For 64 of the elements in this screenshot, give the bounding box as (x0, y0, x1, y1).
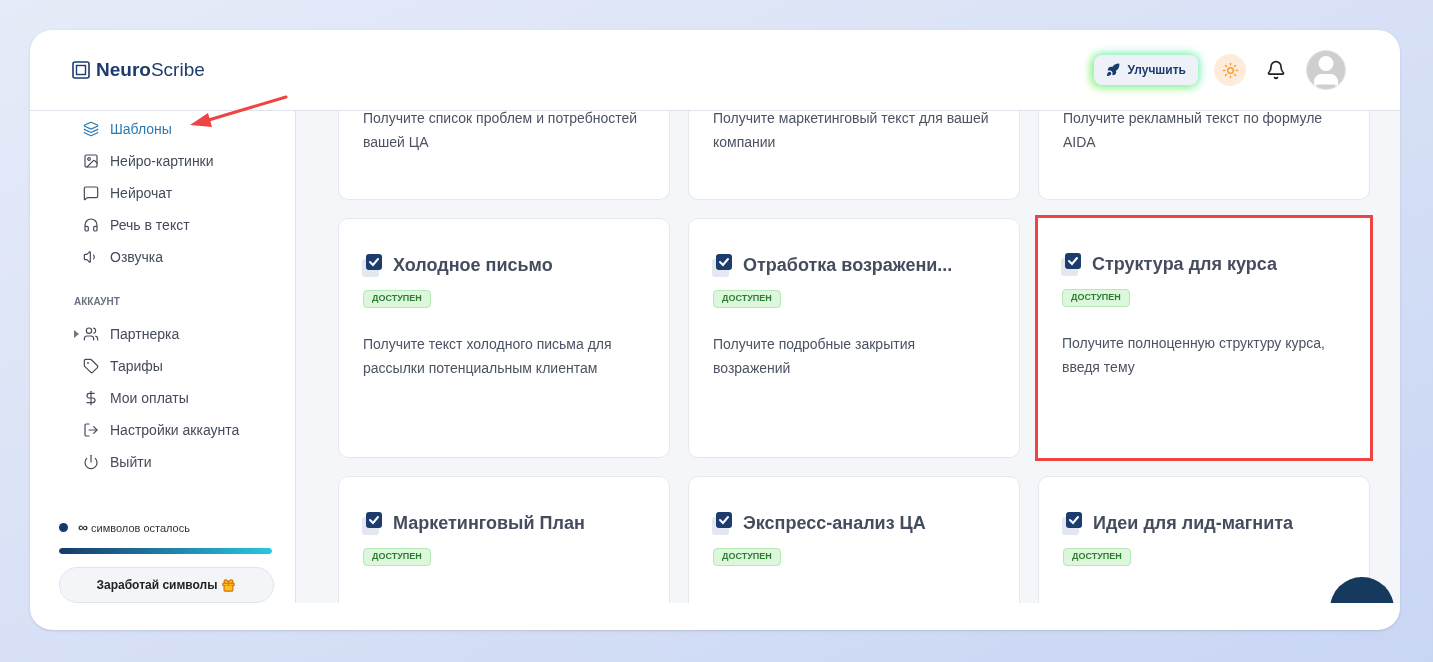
dollar-icon (83, 390, 99, 406)
sidebar-item[interactable]: Речь в текст (74, 214, 271, 236)
template-card[interactable]: Получите маркетинговый текст для вашей компании (688, 111, 1020, 200)
notifications-icon[interactable] (1266, 60, 1286, 80)
sidebar-item[interactable]: Настройки аккаунта (74, 419, 271, 441)
earn-credits-button[interactable]: Заработай символы (59, 567, 274, 603)
credits-label: ∞ символов осталось (78, 518, 190, 537)
theme-toggle-button[interactable] (1214, 54, 1246, 86)
template-card[interactable]: Холодное письмо ДОСТУПЕН Получите текст холодного письма для рассылки потенциальным клиентам (338, 218, 670, 458)
template-card[interactable]: Экспресс-анализ ЦА ДОСТУПЕН (688, 476, 1020, 603)
sidebar-item[interactable]: Шаблоны (74, 118, 271, 140)
status-badge: ДОСТУПЕН (713, 290, 781, 308)
sidebar-item[interactable]: Мои оплаты (74, 387, 271, 409)
section-title: АККАУНТ (74, 295, 121, 309)
checkbox-document-icon (711, 252, 735, 279)
gift-icon (221, 577, 237, 593)
checkbox-document-icon (1061, 510, 1085, 537)
rocket-icon (1105, 63, 1120, 77)
checkbox-document-icon (1060, 251, 1084, 278)
sidebar-item[interactable]: Нейро-картинки (74, 150, 271, 172)
status-badge: ДОСТУПЕН (713, 548, 781, 566)
app-logo[interactable]: NeuroScribe (96, 55, 205, 85)
template-card[interactable]: Отработка возражени... ДОСТУПЕН Получите подробные закрытия возражений (688, 218, 1020, 458)
template-card[interactable]: Маркетинговый План ДОСТУПЕН (338, 476, 670, 603)
headphones-icon (83, 217, 99, 233)
status-badge: ДОСТУПЕН (1063, 548, 1131, 566)
status-badge: ДОСТУПЕН (1062, 289, 1130, 307)
card-title: Отработка возражени... (743, 254, 953, 277)
layers-icon (83, 121, 99, 137)
sidebar-item[interactable]: Партнерка (74, 323, 271, 345)
card-description: Получите рекламный текст по формуле AIDA (1063, 111, 1324, 152)
expand-caret-icon (74, 330, 79, 338)
checkbox-document-icon (711, 510, 735, 537)
status-badge: ДОСТУПЕН (363, 290, 431, 308)
template-card[interactable]: Идеи для лид-магнита ДОСТУПЕН (1038, 476, 1370, 603)
card-title: Маркетинговый План (393, 512, 585, 535)
sidebar-item[interactable]: Выйти (74, 451, 271, 473)
chat-icon (83, 185, 99, 201)
image-icon (83, 153, 99, 169)
checkbox-document-icon (361, 252, 385, 279)
template-card[interactable]: Структура для курса ДОСТУПЕН Получите полноценную структуру курса, введя тему (1038, 218, 1370, 458)
sidebar-item[interactable]: Тарифы (74, 355, 271, 377)
card-description: Получите список проблем и потребностей вашей ЦА (363, 111, 639, 152)
status-badge: ДОСТУПЕН (363, 548, 431, 566)
power-icon (83, 454, 99, 470)
sidebar-item[interactable]: Нейрочат (74, 182, 271, 204)
card-title: Идеи для лид-магнита (1093, 512, 1294, 535)
logo-icon (72, 61, 90, 79)
checkbox-document-icon (361, 510, 385, 537)
sidebar-item[interactable]: Озвучка (74, 246, 271, 268)
card-title: Холодное письмо (393, 254, 553, 277)
card-description: Получите полноценную структуру курса, введя тему (1062, 334, 1326, 377)
sun-icon (1221, 61, 1239, 79)
tag-icon (83, 358, 99, 374)
card-description: Получите текст холодного письма для рассылки потенциальным клиентам (363, 335, 613, 378)
card-title: Экспресс-анализ ЦА (743, 512, 926, 535)
card-description: Получите маркетинговый текст для вашей компании (713, 111, 990, 152)
card-description: Получите подробные закрытия возражений (713, 335, 917, 378)
users-icon (83, 326, 99, 342)
template-card[interactable]: Получите список проблем и потребностей вашей ЦА (338, 111, 670, 200)
template-card[interactable]: Получите рекламный текст по формуле AIDA (1038, 111, 1370, 200)
exit-icon (83, 422, 99, 438)
upgrade-button[interactable]: Улучшить (1093, 55, 1198, 85)
card-title: Структура для курса (1092, 253, 1278, 276)
